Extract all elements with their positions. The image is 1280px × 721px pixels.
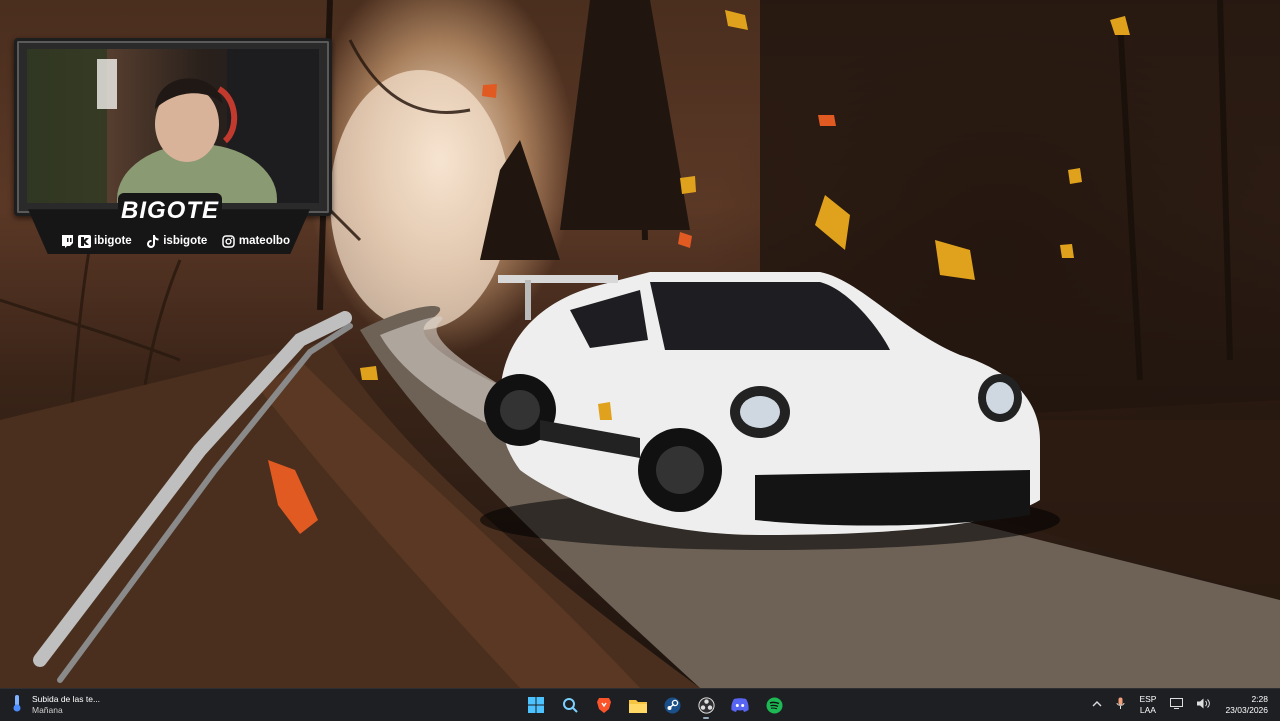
clock-time: 2:28 [1251,694,1268,704]
clock[interactable]: 2:28 23/03/2026 [1225,694,1268,716]
discord-icon[interactable] [728,693,752,717]
webcam-feed [27,49,319,203]
system-tray: ESP LAA 2:28 23/03/2026 [1092,689,1268,721]
instagram-handle: mateolbo [238,235,290,247]
brave-browser-icon[interactable] [592,693,616,717]
search-icon[interactable] [558,693,582,717]
instagram-icon [222,234,236,248]
weather-title: Subida de las te... [32,694,101,704]
thermometer-icon [10,694,24,717]
obs-icon[interactable] [694,693,718,719]
weather-subtitle: Mañana [32,705,63,715]
microphone-icon[interactable] [1116,697,1125,713]
clock-date: 23/03/2026 [1225,705,1268,715]
social-tiktok: isbigote [146,234,207,248]
social-twitch: ibigote [60,234,132,248]
file-explorer-icon[interactable] [626,693,650,717]
taskbar-apps [524,693,786,719]
twitch-icon [60,234,74,248]
network-icon[interactable] [1170,698,1184,712]
windows-start-icon[interactable] [524,693,548,717]
language-line2: LAA [1139,705,1156,715]
weather-widget[interactable]: Subida de las te... Mañana [10,693,100,717]
language-line1: ESP [1139,694,1157,704]
twitch-handle: ibigote [94,235,132,247]
taskbar: Subida de las te... Mañana ESP LAA 2:28 … [0,688,1280,721]
kick-icon [77,234,91,248]
steam-icon[interactable] [660,693,684,717]
channel-logo-text: BIGOTE [120,197,219,224]
channel-logo: BIGOTE [118,193,222,229]
volume-icon[interactable] [1197,698,1211,712]
social-handles: ibigote isbigote mateolbo [60,232,290,250]
webcam-frame [14,38,332,216]
spotify-icon[interactable] [762,693,786,717]
tiktok-icon [146,234,160,248]
chevron-up-icon[interactable] [1092,699,1102,711]
social-instagram: mateolbo [222,234,290,248]
language-indicator[interactable]: ESP LAA [1139,694,1156,716]
tiktok-handle: isbigote [163,235,208,247]
